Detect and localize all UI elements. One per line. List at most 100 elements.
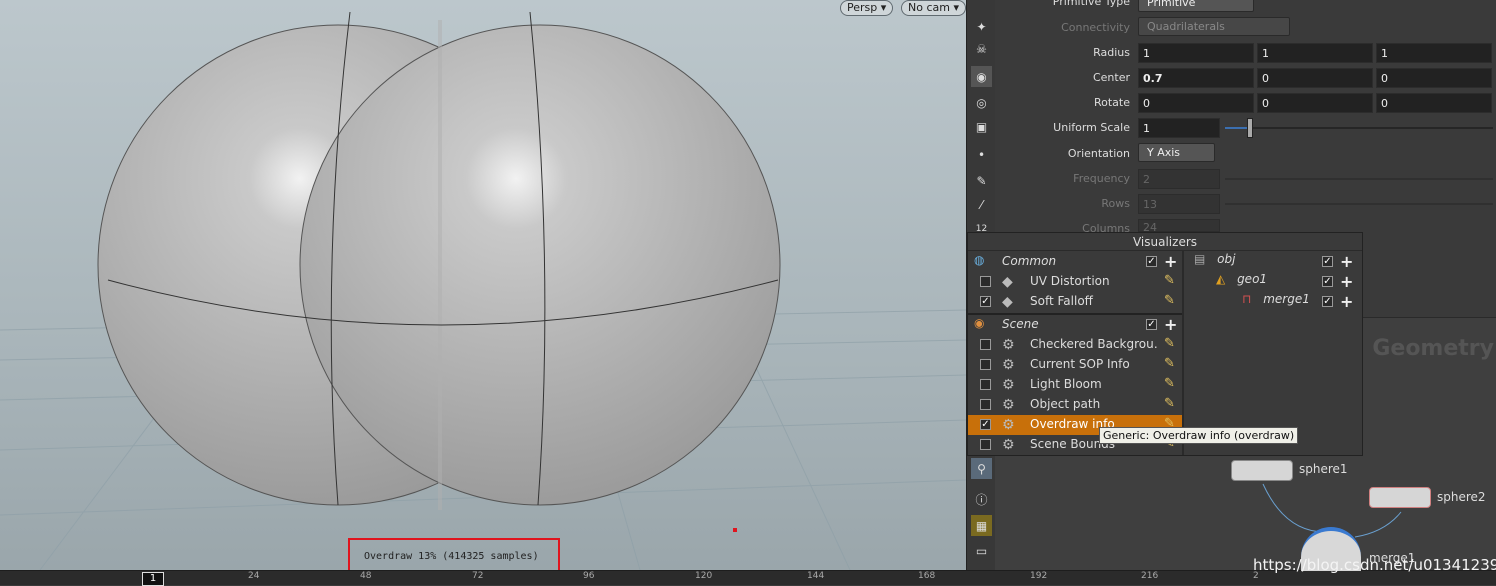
edit-pencil-icon[interactable]: ✎ [1164, 293, 1175, 308]
light-icon[interactable]: ✦ [971, 16, 992, 37]
light-bloom-checkbox[interactable] [980, 379, 991, 390]
tooltip: Generic: Overdraw info (overdraw) [1099, 427, 1299, 444]
uv-distortion-checkbox[interactable] [980, 276, 991, 287]
brush-icon[interactable]: ✎ [971, 170, 992, 191]
tree-label: obj [1217, 252, 1236, 266]
visualizer-row[interactable]: ✓ ◆ Soft Falloff ✎ [968, 292, 1182, 312]
add-common-icon[interactable]: + [1164, 252, 1177, 271]
uniform-scale-field[interactable]: 1 [1138, 118, 1220, 138]
geo-icon: ◭ [1216, 272, 1226, 286]
visualizers-popup: Visualizers ◍ Common ✓ + ◆ UV Distortion… [967, 232, 1363, 456]
visualizer-row[interactable]: ⚙ Object path ✎ [968, 395, 1182, 415]
camera-icon[interactable]: ▣ [971, 116, 992, 137]
radius-z-field[interactable]: 1 [1376, 43, 1492, 63]
rows-label: Rows [1101, 197, 1130, 210]
connectivity-value: Quadrilaterals [1147, 20, 1225, 33]
perspective-menu-button[interactable]: Persp ▾ [840, 0, 894, 16]
geo1-checkbox[interactable]: ✓ [1322, 276, 1333, 287]
shading-icon[interactable]: ◉ [971, 66, 992, 87]
checkered-background-checkbox[interactable] [980, 339, 991, 350]
edit-pencil-icon[interactable]: ✎ [1164, 356, 1175, 371]
rotate-y-field[interactable]: 0 [1257, 93, 1373, 113]
current-frame-field[interactable]: 1 [142, 572, 164, 586]
node-label-sphere2: sphere2 [1437, 490, 1486, 504]
dropper-icon[interactable]: ⁄ [971, 194, 992, 215]
add-obj-icon[interactable]: + [1340, 252, 1353, 271]
gear-icon: ⚙ [1002, 377, 1015, 393]
visualizer-icon[interactable]: ⚲ [971, 458, 992, 479]
columns-field: 24 [1138, 219, 1220, 234]
center-x-field[interactable]: 0.7 [1138, 68, 1254, 88]
visualizer-row[interactable]: ⚙ Light Bloom ✎ [968, 375, 1182, 395]
visualizer-label: Object path [1030, 397, 1101, 411]
orientation-dropdown[interactable]: Y Axis [1138, 143, 1215, 162]
uniform-scale-handle[interactable] [1247, 118, 1253, 138]
radius-y-field[interactable]: 1 [1257, 43, 1373, 63]
parameter-panel: Primitive Type Primitive Connectivity Qu… [995, 0, 1496, 235]
uniform-scale-slider[interactable] [1225, 127, 1493, 129]
visualizer-row[interactable]: ◆ UV Distortion ✎ [968, 272, 1182, 292]
timeline-tick: 192 [1030, 571, 1048, 581]
edit-pencil-icon[interactable]: ✎ [1164, 273, 1175, 288]
info-icon[interactable]: ⓘ [971, 489, 992, 510]
radius-x-field[interactable]: 1 [1138, 43, 1254, 63]
common-header: ◍ Common ✓ + [968, 252, 1182, 272]
frequency-label: Frequency [1073, 172, 1130, 185]
visualizer-row[interactable]: ⚙ Checkered Backgrou… ✎ [968, 335, 1182, 355]
camera-menu-button[interactable]: No cam ▾ [901, 0, 966, 16]
add-scene-icon[interactable]: + [1164, 315, 1177, 334]
common-header-label: Common [1002, 254, 1057, 268]
skull-icon[interactable]: ☠ [971, 38, 992, 59]
rotate-x-field[interactable]: 0 [1138, 93, 1254, 113]
node-sphere1[interactable] [1231, 460, 1293, 481]
globe-icon: ◍ [974, 253, 985, 267]
grid-icon[interactable]: ▦ [971, 515, 992, 536]
timeline-tick: 24 [248, 571, 260, 581]
edit-pencil-icon[interactable]: ✎ [1164, 336, 1175, 351]
frequency-field: 2 [1138, 169, 1220, 189]
visualizer-label: Light Bloom [1030, 377, 1102, 391]
primitive-type-dropdown[interactable]: Primitive [1138, 0, 1254, 12]
scene-enable-checkbox[interactable]: ✓ [1146, 319, 1157, 330]
gear-icon: ⚙ [1002, 337, 1015, 353]
node-sphere2[interactable] [1369, 487, 1431, 508]
center-z-field[interactable]: 0 [1376, 68, 1492, 88]
eye-icon[interactable]: ◎ [971, 92, 992, 113]
timeline-tick: 216 [1141, 571, 1159, 581]
obj-checkbox[interactable]: ✓ [1322, 256, 1333, 267]
tree-item-geo1[interactable]: ◭ geo1 ✓ + [1216, 272, 1360, 292]
network-icon: ▤ [1194, 252, 1206, 266]
radius-label: Radius [1093, 46, 1130, 59]
tree-item-obj[interactable]: ▤ obj ✓ + [1194, 252, 1360, 272]
primitive-type-value: Primitive [1147, 0, 1196, 9]
overdraw-info-checkbox[interactable]: ✓ [980, 419, 991, 430]
merge1-checkbox[interactable]: ✓ [1322, 296, 1333, 307]
scene-header-label: Scene [1002, 317, 1039, 331]
add-geo1-icon[interactable]: + [1340, 272, 1353, 291]
visualizers-list: ◍ Common ✓ + ◆ UV Distortion ✎ ✓ ◆ Soft … [968, 251, 1184, 455]
rotate-z-field[interactable]: 0 [1376, 93, 1492, 113]
timeline-tick: 72 [472, 571, 484, 581]
scene-bounds-checkbox[interactable] [980, 439, 991, 450]
visualizers-title: Visualizers [968, 233, 1362, 251]
tree-item-merge1[interactable]: ⊓ merge1 ✓ + [1242, 292, 1360, 312]
overdraw-readout: Overdraw 13% (414325 samples) [364, 551, 539, 562]
edit-pencil-icon[interactable]: ✎ [1164, 396, 1175, 411]
object-path-checkbox[interactable] [980, 399, 991, 410]
scene-viewport[interactable]: Persp ▾ No cam ▾ Overdraw 13% (414325 sa… [0, 0, 966, 570]
timeline-tick: 96 [583, 571, 595, 581]
snapshot-icon[interactable]: ▭ [971, 540, 992, 561]
soft-falloff-checkbox[interactable]: ✓ [980, 296, 991, 307]
frequency-slider [1225, 178, 1493, 180]
point-icon[interactable]: • [971, 144, 992, 165]
merge-icon: ⊓ [1242, 292, 1252, 306]
viewport-scene [0, 11, 966, 570]
visualizer-row[interactable]: ⚙ Current SOP Info ✎ [968, 355, 1182, 375]
edit-pencil-icon[interactable]: ✎ [1164, 376, 1175, 391]
current-sop-info-checkbox[interactable] [980, 359, 991, 370]
orientation-value: Y Axis [1147, 146, 1181, 159]
uniform-scale-label: Uniform Scale [1053, 121, 1130, 134]
add-merge1-icon[interactable]: + [1340, 292, 1353, 311]
center-y-field[interactable]: 0 [1257, 68, 1373, 88]
common-enable-checkbox[interactable]: ✓ [1146, 256, 1157, 267]
